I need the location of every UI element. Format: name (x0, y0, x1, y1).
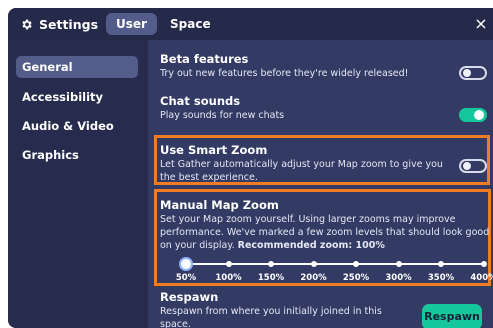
manual-zoom-desc-prefix: on your display. (160, 240, 238, 251)
zoom-level-label: 150% (257, 273, 285, 283)
toggle-knob (474, 110, 484, 120)
manual-zoom-desc-line2: performance. We've marked a few zoom lev… (160, 227, 490, 238)
zoom-level-label: 50% (175, 273, 197, 283)
zoom-slider-tick[interactable] (438, 261, 444, 267)
sidebar-item-graphics[interactable]: Graphics (16, 144, 138, 166)
sidebar-item-general[interactable]: General (16, 56, 138, 78)
tab-user[interactable]: User (106, 13, 157, 35)
zoom-slider-tick[interactable] (225, 261, 232, 267)
settings-title-text: Settings (39, 16, 99, 32)
zoom-level-label: 250% (342, 273, 370, 283)
zoom-slider-tick[interactable] (480, 261, 487, 267)
respawn-title: Respawn (160, 290, 219, 304)
zoom-slider-tick[interactable] (353, 261, 359, 267)
zoom-slider-tick[interactable] (268, 261, 274, 267)
sidebar-item-audio-video[interactable]: Audio & Video (16, 115, 138, 137)
beta-features-toggle[interactable] (459, 66, 487, 80)
zoom-level-label: 350% (427, 273, 455, 283)
settings-content: Beta features Try out new features befor… (148, 40, 493, 328)
respawn-desc-line2: space. (160, 319, 191, 328)
smart-zoom-desc-line2: the best experience. (160, 172, 258, 183)
settings-title: Settings (20, 16, 98, 32)
settings-modal: Settings User Space × General Accessibil… (8, 8, 493, 328)
tab-space[interactable]: Space (160, 13, 221, 35)
recommended-zoom-text: Recommended zoom: 100% (237, 240, 385, 251)
respawn-desc-line1: Respawn from where you initially joined … (160, 306, 382, 317)
zoom-slider-tick[interactable] (310, 261, 317, 267)
zoom-level-label: 400% (470, 273, 493, 283)
zoom-slider-tick[interactable] (395, 261, 402, 267)
toggle-knob (463, 162, 471, 170)
beta-features-title: Beta features (160, 52, 249, 66)
zoom-level-label: 200% (300, 273, 327, 283)
chat-sounds-desc: Play sounds for new chats (160, 110, 285, 121)
zoom-level-label: 300% (385, 273, 412, 283)
gear-icon (22, 19, 32, 29)
chat-sounds-title: Chat sounds (160, 94, 241, 108)
close-icon[interactable]: × (471, 14, 491, 34)
manual-zoom-title: Manual Map Zoom (160, 198, 279, 212)
settings-header: Settings User Space × (8, 8, 493, 40)
manual-zoom-desc-line1: Set your Map zoom yourself. Using larger… (160, 214, 456, 225)
smart-zoom-title: Use Smart Zoom (160, 143, 268, 157)
chat-sounds-toggle[interactable] (459, 108, 487, 122)
settings-sidebar: General Accessibility Audio & Video Grap… (8, 40, 148, 328)
sidebar-item-accessibility[interactable]: Accessibility (16, 86, 138, 108)
zoom-slider-thumb[interactable] (179, 257, 193, 271)
beta-features-desc: Try out new features before they're wide… (160, 68, 409, 79)
toggle-knob (463, 69, 471, 77)
respawn-button[interactable]: Respawn (422, 304, 482, 328)
zoom-level-label: 100% (215, 273, 242, 283)
manual-zoom-desc-line3: on your display. Recommended zoom: 100% (160, 239, 385, 252)
smart-zoom-toggle[interactable] (459, 159, 487, 173)
smart-zoom-desc-line1: Let Gather automatically adjust your Map… (160, 159, 443, 170)
